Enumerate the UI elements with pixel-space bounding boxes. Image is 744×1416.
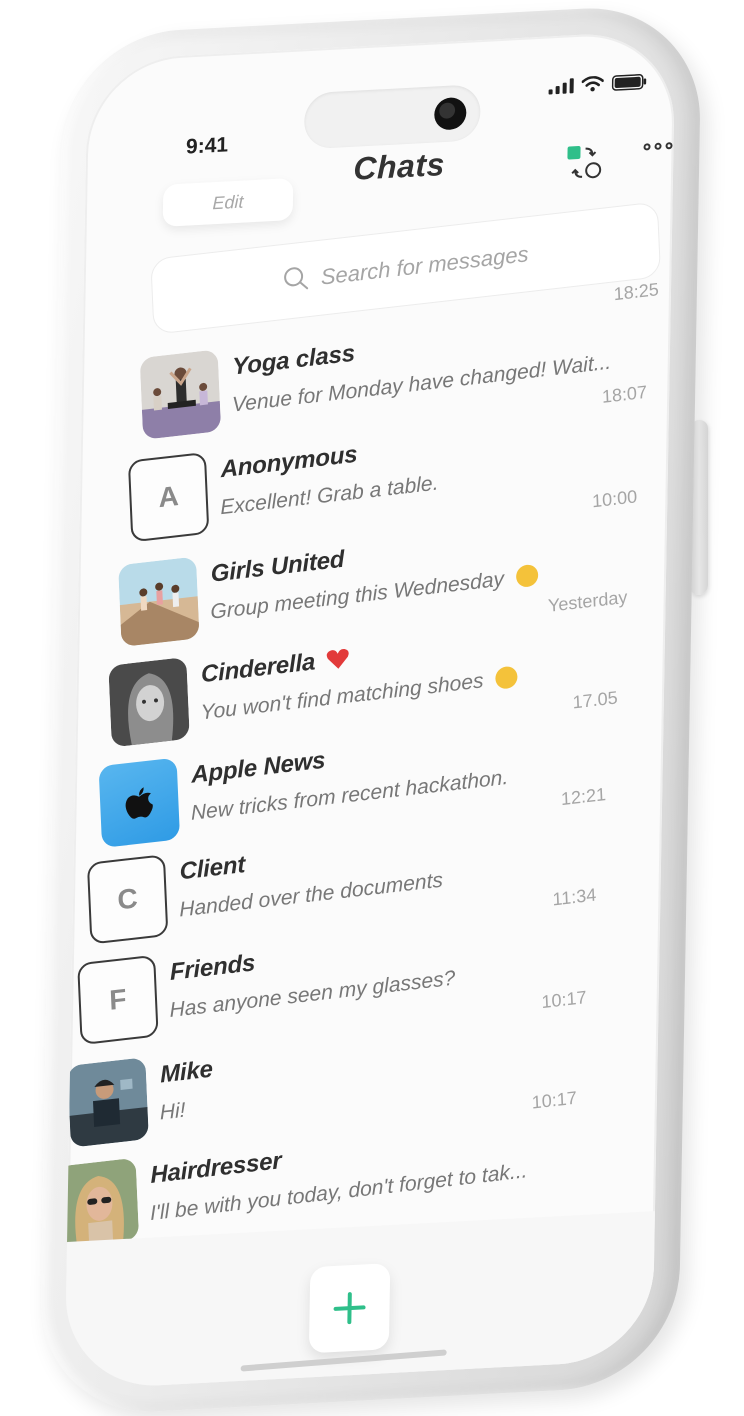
chat-name: Apple News	[190, 746, 326, 789]
avatar	[108, 656, 190, 748]
sunglasses-emoji	[515, 563, 539, 589]
avatar	[139, 349, 222, 440]
chat-name: Anonymous	[220, 440, 358, 484]
plus-icon	[333, 1292, 366, 1325]
avatar	[98, 757, 181, 849]
apple-logo-icon	[125, 787, 153, 819]
chat-time: 18:07	[601, 381, 648, 407]
chat-time: 17.05	[572, 687, 619, 713]
chat-time: 12:21	[560, 784, 607, 810]
chat-time: 11:34	[552, 884, 597, 910]
chat-name: Yoga class	[231, 339, 356, 381]
chat-time: 10:00	[591, 486, 638, 512]
phone-mockup: ••••••••••• ••• ••••• 9:41	[0, 0, 744, 1416]
chat-name: Cinderella	[200, 644, 350, 689]
chat-time: 10:17	[531, 1087, 578, 1113]
chat-time: 10:17	[540, 987, 587, 1013]
chat-time: 18:25	[613, 279, 660, 305]
chat-name: Girls United	[210, 545, 345, 588]
avatar	[64, 1157, 140, 1249]
chat-preview: Hi!	[159, 1098, 186, 1125]
chat-name: Hairdresser	[149, 1147, 283, 1189]
avatar: F	[77, 954, 159, 1046]
chat-name: Client	[179, 851, 246, 886]
chat-name: Mike	[159, 1055, 214, 1089]
new-chat-button[interactable]	[308, 1263, 391, 1354]
avatar	[67, 1057, 149, 1148]
heart-emoji	[326, 649, 349, 669]
device-frame: 9:41 Edit Chats Search for messages Yoga…	[38, 2, 702, 1416]
sweat-smile-emoji	[494, 665, 518, 690]
avatar	[118, 556, 200, 647]
chat-screen: 9:41 Edit Chats Search for messages Yoga…	[64, 29, 676, 1391]
chat-list: Yoga class Venue for Monday have changed…	[64, 30, 675, 1390]
chat-name-text: Cinderella	[200, 648, 316, 689]
avatar: A	[127, 451, 210, 543]
avatar: C	[86, 854, 169, 945]
chat-name: Friends	[169, 949, 256, 986]
